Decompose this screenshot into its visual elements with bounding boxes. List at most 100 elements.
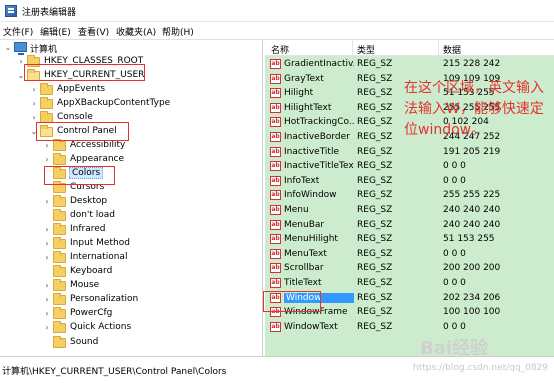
title-bar: 注册表编辑器 (0, 0, 554, 22)
tree-item-cursors[interactable]: Cursors (0, 181, 262, 195)
value-type: REG_SZ (357, 307, 393, 318)
column-header-name[interactable]: 名称 (271, 43, 289, 56)
value-data: 51 153 255 (443, 234, 495, 245)
menu-edit[interactable]: 编辑(E) (40, 25, 71, 38)
chevron-right-icon[interactable]: › (29, 84, 39, 96)
tree-item-appxbackup[interactable]: › AppXBackupContentType (0, 97, 262, 111)
chevron-right-icon[interactable]: › (42, 140, 52, 152)
string-value-icon: ab (270, 161, 281, 172)
value-name: GrayText (284, 73, 324, 84)
string-value-icon: ab (270, 88, 281, 99)
watermark-url: https://blog.csdn.net/qq_0829 (412, 363, 548, 373)
string-value-icon: ab (270, 117, 281, 128)
value-type: REG_SZ (357, 161, 393, 172)
value-row-gradientinactiv[interactable]: ab GradientInactiv... REG_SZ 215 228 242 (265, 57, 554, 72)
tree-item-colors[interactable]: Colors (0, 167, 262, 181)
value-type: REG_SZ (357, 59, 393, 69)
tree-item-label: AppXBackupContentType (57, 98, 171, 108)
column-separator[interactable] (438, 40, 439, 56)
value-data: 191 205 219 (443, 146, 501, 157)
value-data: 200 200 200 (443, 263, 501, 274)
value-name: MenuHilight (284, 234, 338, 245)
folder-icon (53, 139, 66, 151)
chevron-right-icon[interactable]: › (42, 322, 52, 334)
registry-tree[interactable]: ⌄ 计算机 › HKEY_CLASSES_ROOT ⌄ HKEY_CURRENT… (0, 40, 263, 356)
value-type: REG_SZ (357, 278, 393, 288)
value-data: 202 234 206 (443, 292, 501, 303)
value-name: MenuBar (284, 219, 325, 230)
tree-item-appevents[interactable]: › AppEvents (0, 83, 262, 97)
folder-icon (53, 321, 66, 333)
chevron-down-icon[interactable]: ⌄ (3, 42, 13, 54)
tree-item-keyboard[interactable]: Keyboard (0, 265, 262, 279)
value-name: Hilight (284, 88, 314, 99)
chevron-right-icon[interactable]: › (42, 280, 52, 292)
tree-item-mouse[interactable]: › Mouse (0, 279, 262, 293)
tree-item-label: Mouse (70, 280, 100, 290)
value-row-windowtext[interactable]: ab WindowText REG_SZ 0 0 0 (265, 320, 554, 335)
chevron-right-icon[interactable]: › (42, 238, 52, 250)
value-row-infowindow[interactable]: ab InfoWindow REG_SZ 255 255 225 (265, 188, 554, 203)
annotation-note: 在这个区域，英文输入法输入W，能够快速定位window。 (404, 80, 544, 138)
tree-item-desktop[interactable]: › Desktop (0, 195, 262, 209)
tree-item-quick-actions[interactable]: › Quick Actions (0, 321, 262, 335)
menu-view[interactable]: 查看(V) (78, 25, 109, 38)
chevron-right-icon[interactable]: › (42, 224, 52, 236)
string-value-icon: ab (270, 102, 281, 113)
column-header-data[interactable]: 数据 (443, 43, 461, 56)
chevron-right-icon[interactable]: › (42, 252, 52, 264)
value-name: HotTrackingCo... (284, 117, 354, 128)
folder-icon (53, 307, 66, 319)
column-separator[interactable] (352, 40, 353, 56)
value-type: REG_SZ (357, 117, 393, 128)
tree-item-accessibility[interactable]: › Accessibility (0, 139, 262, 153)
tree-item-personalization[interactable]: › Personalization (0, 293, 262, 307)
folder-icon (53, 265, 66, 277)
tree-item-input-method[interactable]: › Input Method (0, 237, 262, 251)
value-row-infotext[interactable]: ab InfoText REG_SZ 0 0 0 (265, 174, 554, 189)
value-name: WindowText (284, 321, 338, 332)
chevron-right-icon[interactable]: › (42, 196, 52, 208)
menu-favorites[interactable]: 收藏夹(A) (116, 25, 156, 38)
menu-help[interactable]: 帮助(H) (162, 25, 194, 38)
column-header-type[interactable]: 类型 (357, 43, 375, 56)
value-name: MenuText (284, 248, 327, 259)
computer-icon (14, 42, 27, 55)
baidu-watermark-logo: Bai经验 (420, 338, 489, 359)
value-type: REG_SZ (357, 190, 393, 201)
chevron-right-icon[interactable]: › (29, 98, 39, 110)
value-row-menu[interactable]: ab Menu REG_SZ 240 240 240 (265, 203, 554, 218)
menu-file[interactable]: 文件(F) (3, 25, 33, 38)
tree-item-appearance[interactable]: › Appearance (0, 153, 262, 167)
folder-icon (40, 97, 53, 109)
tree-item-label: Sound (70, 337, 99, 347)
value-row-menuhilight[interactable]: ab MenuHilight REG_SZ 51 153 255 (265, 232, 554, 247)
list-header: 名称 类型 数据 (265, 40, 554, 56)
chevron-right-icon[interactable]: › (42, 308, 52, 320)
value-row-scrollbar[interactable]: ab Scrollbar REG_SZ 200 200 200 (265, 261, 554, 276)
tree-item-dont-load[interactable]: don't load (0, 209, 262, 223)
string-value-icon: ab (270, 190, 281, 201)
value-row-menubar[interactable]: ab MenuBar REG_SZ 240 240 240 (265, 218, 554, 233)
status-path: 计算机\HKEY_CURRENT_USER\Control Panel\Colo… (2, 367, 227, 377)
chevron-right-icon[interactable]: › (42, 154, 52, 166)
string-value-icon: ab (270, 278, 281, 288)
value-data: 0 0 0 (443, 175, 466, 186)
tree-item-powercfg[interactable]: › PowerCfg (0, 307, 262, 321)
tree-item-sound[interactable]: Sound (0, 336, 262, 350)
tree-item-label: AppEvents (57, 84, 106, 94)
value-row-inactivetitle[interactable]: ab InactiveTitle REG_SZ 191 205 219 (265, 145, 554, 160)
value-row-titletext[interactable]: ab TitleText REG_SZ 0 0 0 (265, 276, 554, 291)
value-row-inactivetitletext[interactable]: ab InactiveTitleText REG_SZ 0 0 0 (265, 159, 554, 174)
highlight-hkcu (24, 64, 145, 81)
value-data: 0 0 0 (443, 278, 466, 288)
folder-icon (53, 223, 66, 235)
tree-item-infrared[interactable]: › Infrared (0, 223, 262, 237)
tree-item-international[interactable]: › International (0, 251, 262, 265)
highlight-control-panel (36, 122, 129, 141)
folder-icon (53, 209, 66, 221)
tree-item-computer[interactable]: ⌄ 计算机 (0, 41, 262, 55)
value-name: InfoText (284, 175, 320, 186)
chevron-right-icon[interactable]: › (42, 294, 52, 306)
value-row-menutext[interactable]: ab MenuText REG_SZ 0 0 0 (265, 247, 554, 262)
